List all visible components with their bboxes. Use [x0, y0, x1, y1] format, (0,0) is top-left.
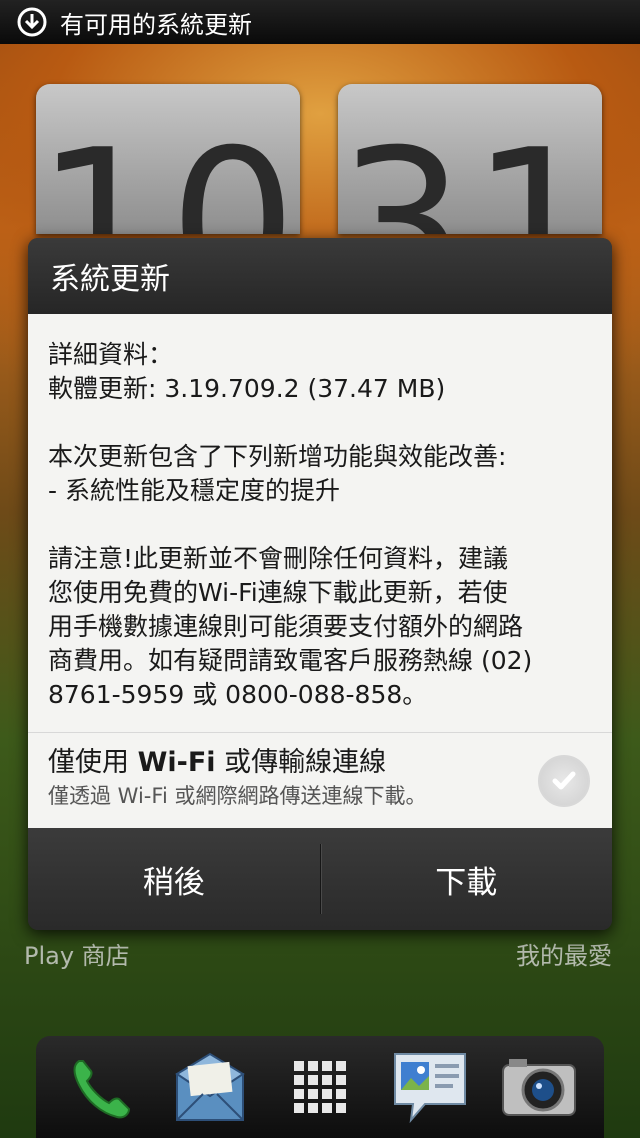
dialog-body: 詳細資料： 軟體更新: 3.19.709.2 (37.47 MB) 本次更新包含… — [28, 314, 612, 732]
later-button[interactable]: 稍後 — [28, 828, 320, 930]
phone-icon[interactable] — [61, 1047, 141, 1127]
notice-line: 商費用。如有疑問請致電客戶服務熱線 (02) — [48, 646, 533, 675]
favorites-label[interactable]: 我的最愛 — [516, 936, 612, 971]
details-heading: 詳細資料： — [48, 340, 174, 369]
system-update-dialog: 系統更新 詳細資料： 軟體更新: 3.19.709.2 (37.47 MB) 本… — [28, 238, 612, 930]
feature-line: - 系統性能及穩定度的提升 — [48, 476, 340, 505]
clock-minute-tile[interactable]: 31 — [338, 84, 602, 234]
clock-hour: 10 — [36, 107, 300, 235]
app-grid-icon[interactable] — [280, 1047, 360, 1127]
wifi-only-checkbox[interactable] — [538, 755, 590, 807]
system-update-icon[interactable] — [16, 6, 48, 38]
includes-line: 本次更新包含了下列新增功能與效能改善: — [48, 442, 507, 471]
notice-line: 8761-5959 或 0800-088-858。 — [48, 680, 428, 709]
app-dock — [36, 1036, 604, 1138]
status-bar: 有可用的系統更新 — [0, 0, 640, 44]
wifi-only-subtitle: 僅透過 Wi-Fi 或網際網路傳送連線下載。 — [48, 784, 427, 808]
notice-line: 您使用免費的Wi-Fi連線下載此更新，若使 — [48, 578, 508, 607]
dialog-title: 系統更新 — [28, 238, 612, 314]
clock-minute: 31 — [338, 107, 602, 235]
download-button[interactable]: 下載 — [321, 828, 613, 930]
dialog-buttons: 稍後 下載 — [28, 828, 612, 930]
camera-icon[interactable] — [499, 1047, 579, 1127]
mail-icon[interactable] — [170, 1047, 250, 1127]
wifi-only-option[interactable]: 僅使用 Wi-Fi 或傳輸線連線 僅透過 Wi-Fi 或網際網路傳送連線下載。 — [28, 732, 612, 828]
status-notification-text: 有可用的系統更新 — [60, 10, 252, 39]
wifi-only-title: 僅使用 Wi-Fi 或傳輸線連線 — [48, 747, 387, 778]
check-icon — [552, 771, 576, 790]
notice-line: 請注意!此更新並不會刪除任何資料，建議 — [48, 544, 509, 573]
software-update-info: 軟體更新: 3.19.709.2 (37.47 MB) — [48, 374, 446, 403]
play-store-label[interactable]: Play 商店 — [24, 936, 130, 971]
notice-line: 用手機數據連線則可能須要支付額外的網路 — [48, 612, 524, 641]
clock-hour-tile[interactable]: 10 — [36, 84, 300, 234]
gallery-messages-icon[interactable] — [390, 1047, 470, 1127]
